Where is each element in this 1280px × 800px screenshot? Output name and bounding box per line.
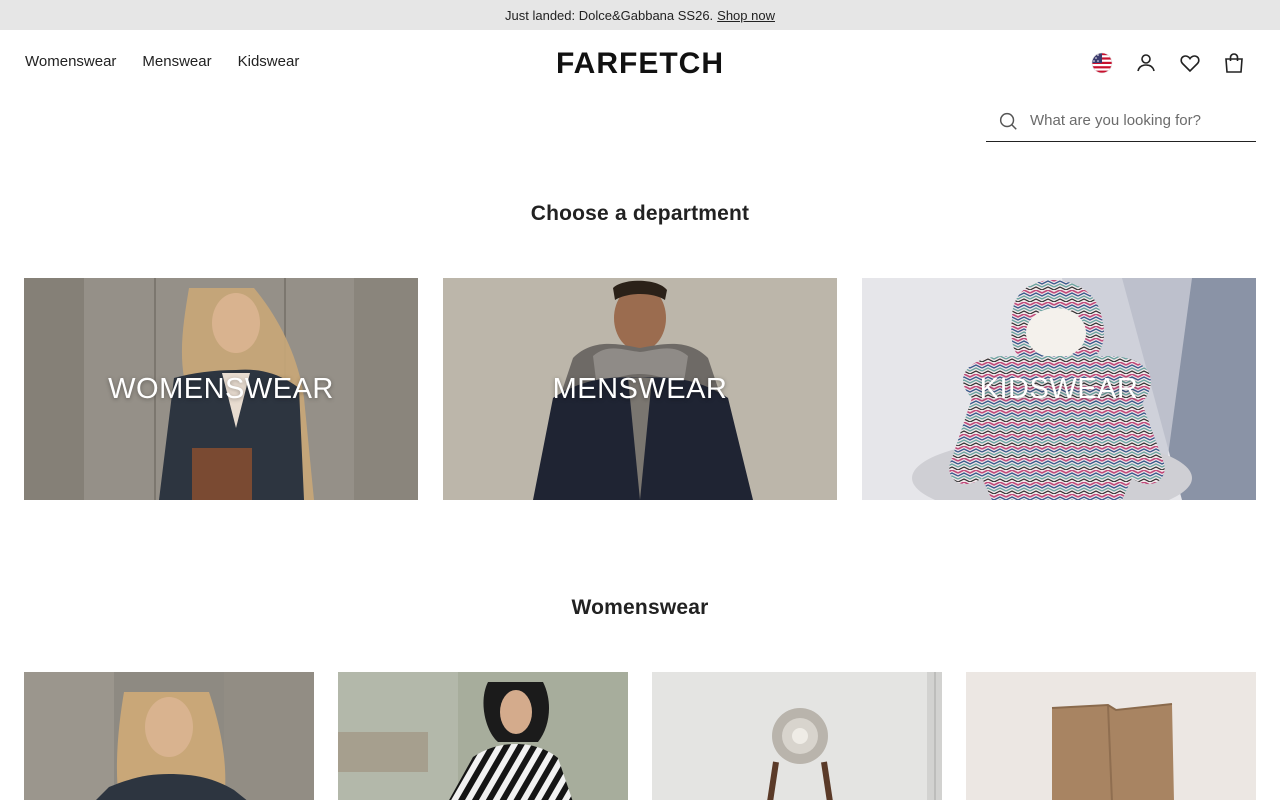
search-input[interactable] (1030, 112, 1250, 129)
header-icons (1090, 51, 1250, 77)
department-nav: Womenswear Menswear Kidswear (25, 53, 299, 70)
suede-boot-image (966, 672, 1256, 800)
department-label-menswear: MENSWEAR (552, 372, 728, 405)
department-card-kidswear[interactable]: KIDSWEAR (862, 278, 1256, 500)
shop-now-link[interactable]: Shop now (717, 8, 775, 23)
account-icon[interactable] (1134, 51, 1158, 75)
womenswear-product-card-3[interactable] (652, 672, 942, 800)
promo-banner-text: Just landed: Dolce&Gabbana SS26. (505, 7, 714, 23)
womenswear-product-card-1[interactable] (24, 672, 314, 800)
department-label-kidswear: KIDSWEAR (979, 372, 1139, 405)
department-card-menswear[interactable]: MENSWEAR (443, 278, 837, 500)
womenswear-product-card-2[interactable] (338, 672, 628, 800)
wishlist-heart-icon[interactable] (1178, 51, 1202, 75)
departments-title: Choose a department (530, 202, 750, 225)
womenswear-product-card-4[interactable] (966, 672, 1256, 800)
nav-item-womenswear[interactable]: Womenswear (25, 53, 116, 70)
nav-item-kidswear[interactable]: Kidswear (238, 53, 300, 70)
department-label-womenswear: WOMENSWEAR (108, 372, 334, 405)
womenswear-section-title: Womenswear (571, 596, 709, 619)
shopping-bag-icon[interactable] (1222, 51, 1246, 75)
department-card-womenswear[interactable]: WOMENSWEAR (24, 278, 418, 500)
handbag-image (652, 672, 942, 800)
nav-item-menswear[interactable]: Menswear (142, 53, 211, 70)
farfetch-logo[interactable]: FARFETCH (556, 47, 724, 80)
coat-model-image (24, 672, 314, 800)
us-flag-icon[interactable] (1090, 51, 1114, 75)
search-icon[interactable] (997, 110, 1019, 132)
search-bar (986, 100, 1256, 142)
striped-top-model-image (338, 672, 628, 800)
promo-banner: Just landed: Dolce&Gabbana SS26. Shop no… (0, 0, 1280, 30)
